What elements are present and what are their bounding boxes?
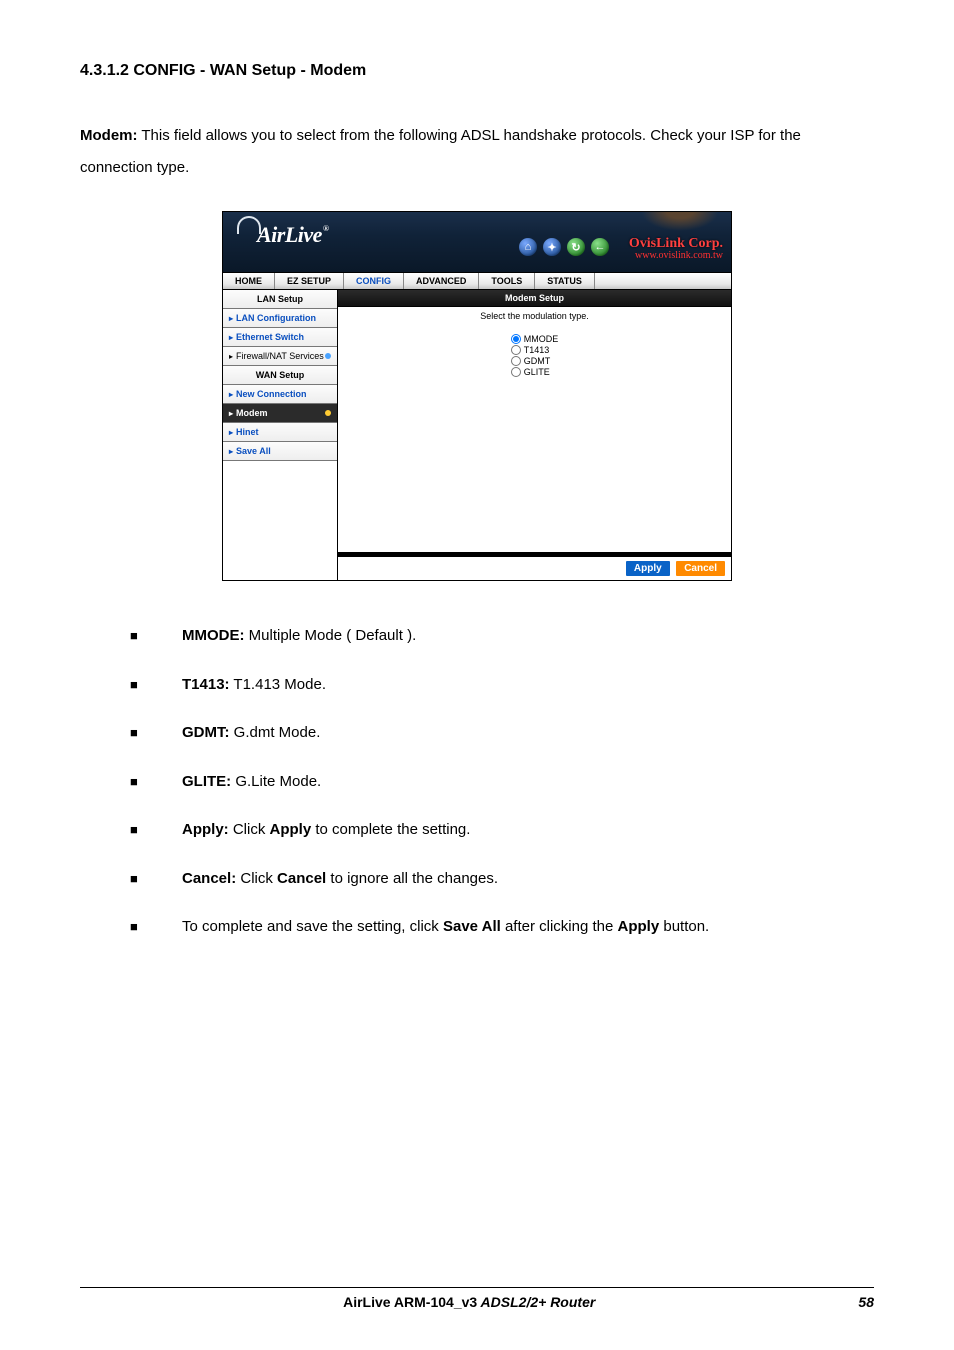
arrow-icon: ▸ xyxy=(229,352,233,361)
bullet-bold: Apply xyxy=(270,821,312,838)
bullet-bold: Apply xyxy=(618,918,660,935)
intro-label: Modem: xyxy=(80,127,138,144)
sidebar-item-label: Hinet xyxy=(236,427,259,437)
tab-ez-setup[interactable]: EZ SETUP xyxy=(275,273,344,289)
sidebar-item-label: LAN Configuration xyxy=(236,313,316,323)
description-list: MMODE: Multiple Mode ( Default ). T1413: … xyxy=(130,625,874,939)
intro-text: This field allows you to select from the… xyxy=(80,127,801,176)
sidebar-item-label: Ethernet Switch xyxy=(236,332,304,342)
cancel-button[interactable]: Cancel xyxy=(676,561,725,576)
option-label: GDMT xyxy=(524,356,551,366)
footer-product: AirLive ARM-104_v3 ADSL2/2+ Router xyxy=(80,1294,858,1310)
sidebar-fill xyxy=(223,461,337,580)
option-row-gdmt: GDMT xyxy=(511,356,559,366)
radio-glite[interactable] xyxy=(511,367,521,377)
sidebar-item-lan-configuration[interactable]: ▸LAN Configuration xyxy=(223,309,337,328)
status-dot-icon xyxy=(325,353,331,359)
option-row-mmode: MMODE xyxy=(511,334,559,344)
tab-config[interactable]: CONFIG xyxy=(344,273,404,289)
sidebar-item-ethernet-switch[interactable]: ▸Ethernet Switch xyxy=(223,328,337,347)
page-footer: AirLive ARM-104_v3 ADSL2/2+ Router 58 xyxy=(80,1287,874,1310)
sidebar-item-label: Modem xyxy=(236,408,268,418)
arrow-icon: ▸ xyxy=(229,447,233,456)
router-ui-screenshot: AirLive® ⌂ ✦ ↻ ← OvisLink Corp. www.ovis… xyxy=(222,211,732,581)
radio-mmode[interactable] xyxy=(511,334,521,344)
list-item: T1413: T1.413 Mode. xyxy=(130,674,874,697)
tab-tools[interactable]: TOOLS xyxy=(479,273,535,289)
banner-graphic xyxy=(635,212,725,234)
bullet-term: GLITE: xyxy=(182,773,231,790)
router-main: Modem Setup Select the modulation type. … xyxy=(338,290,731,580)
bullet-term: Apply: xyxy=(182,821,229,838)
sidebar-item-label: New Connection xyxy=(236,389,307,399)
main-panel-subtext: Select the modulation type. xyxy=(338,307,731,325)
status-dot-icon xyxy=(325,410,331,416)
bullet-term: Cancel: xyxy=(182,870,236,887)
apply-button[interactable]: Apply xyxy=(626,561,670,576)
list-item: MMODE: Multiple Mode ( Default ). xyxy=(130,625,874,648)
footer-model: ADSL2/2+ Router xyxy=(477,1294,595,1310)
sidebar-item-firewall-nat-services[interactable]: ▸Firewall/NAT Services xyxy=(223,347,337,366)
bullet-bold: Cancel xyxy=(277,870,326,887)
sidebar-item-wan-setup: WAN Setup xyxy=(223,366,337,385)
arrow-icon: ▸ xyxy=(229,390,233,399)
sidebar-item-label: Firewall/NAT Services xyxy=(236,351,324,361)
banner-icon-globe[interactable]: ✦ xyxy=(543,238,561,256)
radio-t1413[interactable] xyxy=(511,345,521,355)
radio-gdmt[interactable] xyxy=(511,356,521,366)
router-banner: AirLive® ⌂ ✦ ↻ ← OvisLink Corp. www.ovis… xyxy=(223,212,731,272)
arrow-icon: ▸ xyxy=(229,314,233,323)
sidebar-item-modem[interactable]: ▸Modem xyxy=(223,404,337,423)
tab-advanced[interactable]: ADVANCED xyxy=(404,273,479,289)
sidebar-item-label: LAN Setup xyxy=(257,294,303,304)
tab-status[interactable]: STATUS xyxy=(535,273,595,289)
banner-icon-back[interactable]: ← xyxy=(591,238,609,256)
arrow-icon: ▸ xyxy=(229,428,233,437)
banner-icon-row: ⌂ ✦ ↻ ← xyxy=(519,238,609,256)
sidebar-item-hinet[interactable]: ▸Hinet xyxy=(223,423,337,442)
footer-page-number: 58 xyxy=(858,1294,874,1310)
tab-home[interactable]: HOME xyxy=(223,273,275,289)
sidebar-item-lan-setup: LAN Setup xyxy=(223,290,337,309)
modulation-options: MMODET1413GDMTGLITE xyxy=(511,333,559,378)
button-row: Apply Cancel xyxy=(338,556,731,580)
router-logo: AirLive® xyxy=(237,222,327,248)
sidebar-item-label: Save All xyxy=(236,446,271,456)
arrow-icon: ▸ xyxy=(229,409,233,418)
bullet-term: GDMT: xyxy=(182,724,230,741)
corp-block: OvisLink Corp. www.ovislink.com.tw xyxy=(629,236,723,261)
intro-paragraph: Modem: This field allows you to select f… xyxy=(80,120,874,183)
list-item: To complete and save the setting, click … xyxy=(130,916,874,939)
option-row-glite: GLITE xyxy=(511,367,559,377)
sidebar-item-save-all[interactable]: ▸Save All xyxy=(223,442,337,461)
router-tabs: HOMEEZ SETUPCONFIGADVANCEDTOOLSSTATUS xyxy=(223,272,731,290)
corp-url: www.ovislink.com.tw xyxy=(629,250,723,261)
bullet-bold: Save All xyxy=(443,918,501,935)
sidebar-item-new-connection[interactable]: ▸New Connection xyxy=(223,385,337,404)
list-item: GDMT: G.dmt Mode. xyxy=(130,722,874,745)
logo-text: AirLive® xyxy=(257,222,327,248)
list-item: Cancel: Click Cancel to ignore all the c… xyxy=(130,868,874,891)
bullet-term: T1413: xyxy=(182,676,230,693)
tabs-spacer xyxy=(595,273,731,289)
sidebar-item-label: WAN Setup xyxy=(256,370,305,380)
option-label: MMODE xyxy=(524,334,559,344)
arrow-icon: ▸ xyxy=(229,333,233,342)
list-item: Apply: Click Apply to complete the setti… xyxy=(130,819,874,842)
option-label: GLITE xyxy=(524,367,550,377)
banner-icon-home[interactable]: ⌂ xyxy=(519,238,537,256)
option-row-t1413: T1413 xyxy=(511,345,559,355)
router-sidebar: LAN Setup▸LAN Configuration▸Ethernet Swi… xyxy=(223,290,338,580)
footer-brand: AirLive ARM-104_v3 xyxy=(343,1294,477,1310)
option-label: T1413 xyxy=(524,345,550,355)
bullet-term: MMODE: xyxy=(182,627,245,644)
main-panel-header: Modem Setup xyxy=(338,290,731,307)
logo-arc-icon xyxy=(237,216,261,234)
router-body: LAN Setup▸LAN Configuration▸Ethernet Swi… xyxy=(223,290,731,580)
banner-icon-refresh[interactable]: ↻ xyxy=(567,238,585,256)
list-item: GLITE: G.Lite Mode. xyxy=(130,771,874,794)
section-heading: 4.3.1.2 CONFIG - WAN Setup - Modem xyxy=(80,62,874,80)
main-fill xyxy=(338,386,731,552)
